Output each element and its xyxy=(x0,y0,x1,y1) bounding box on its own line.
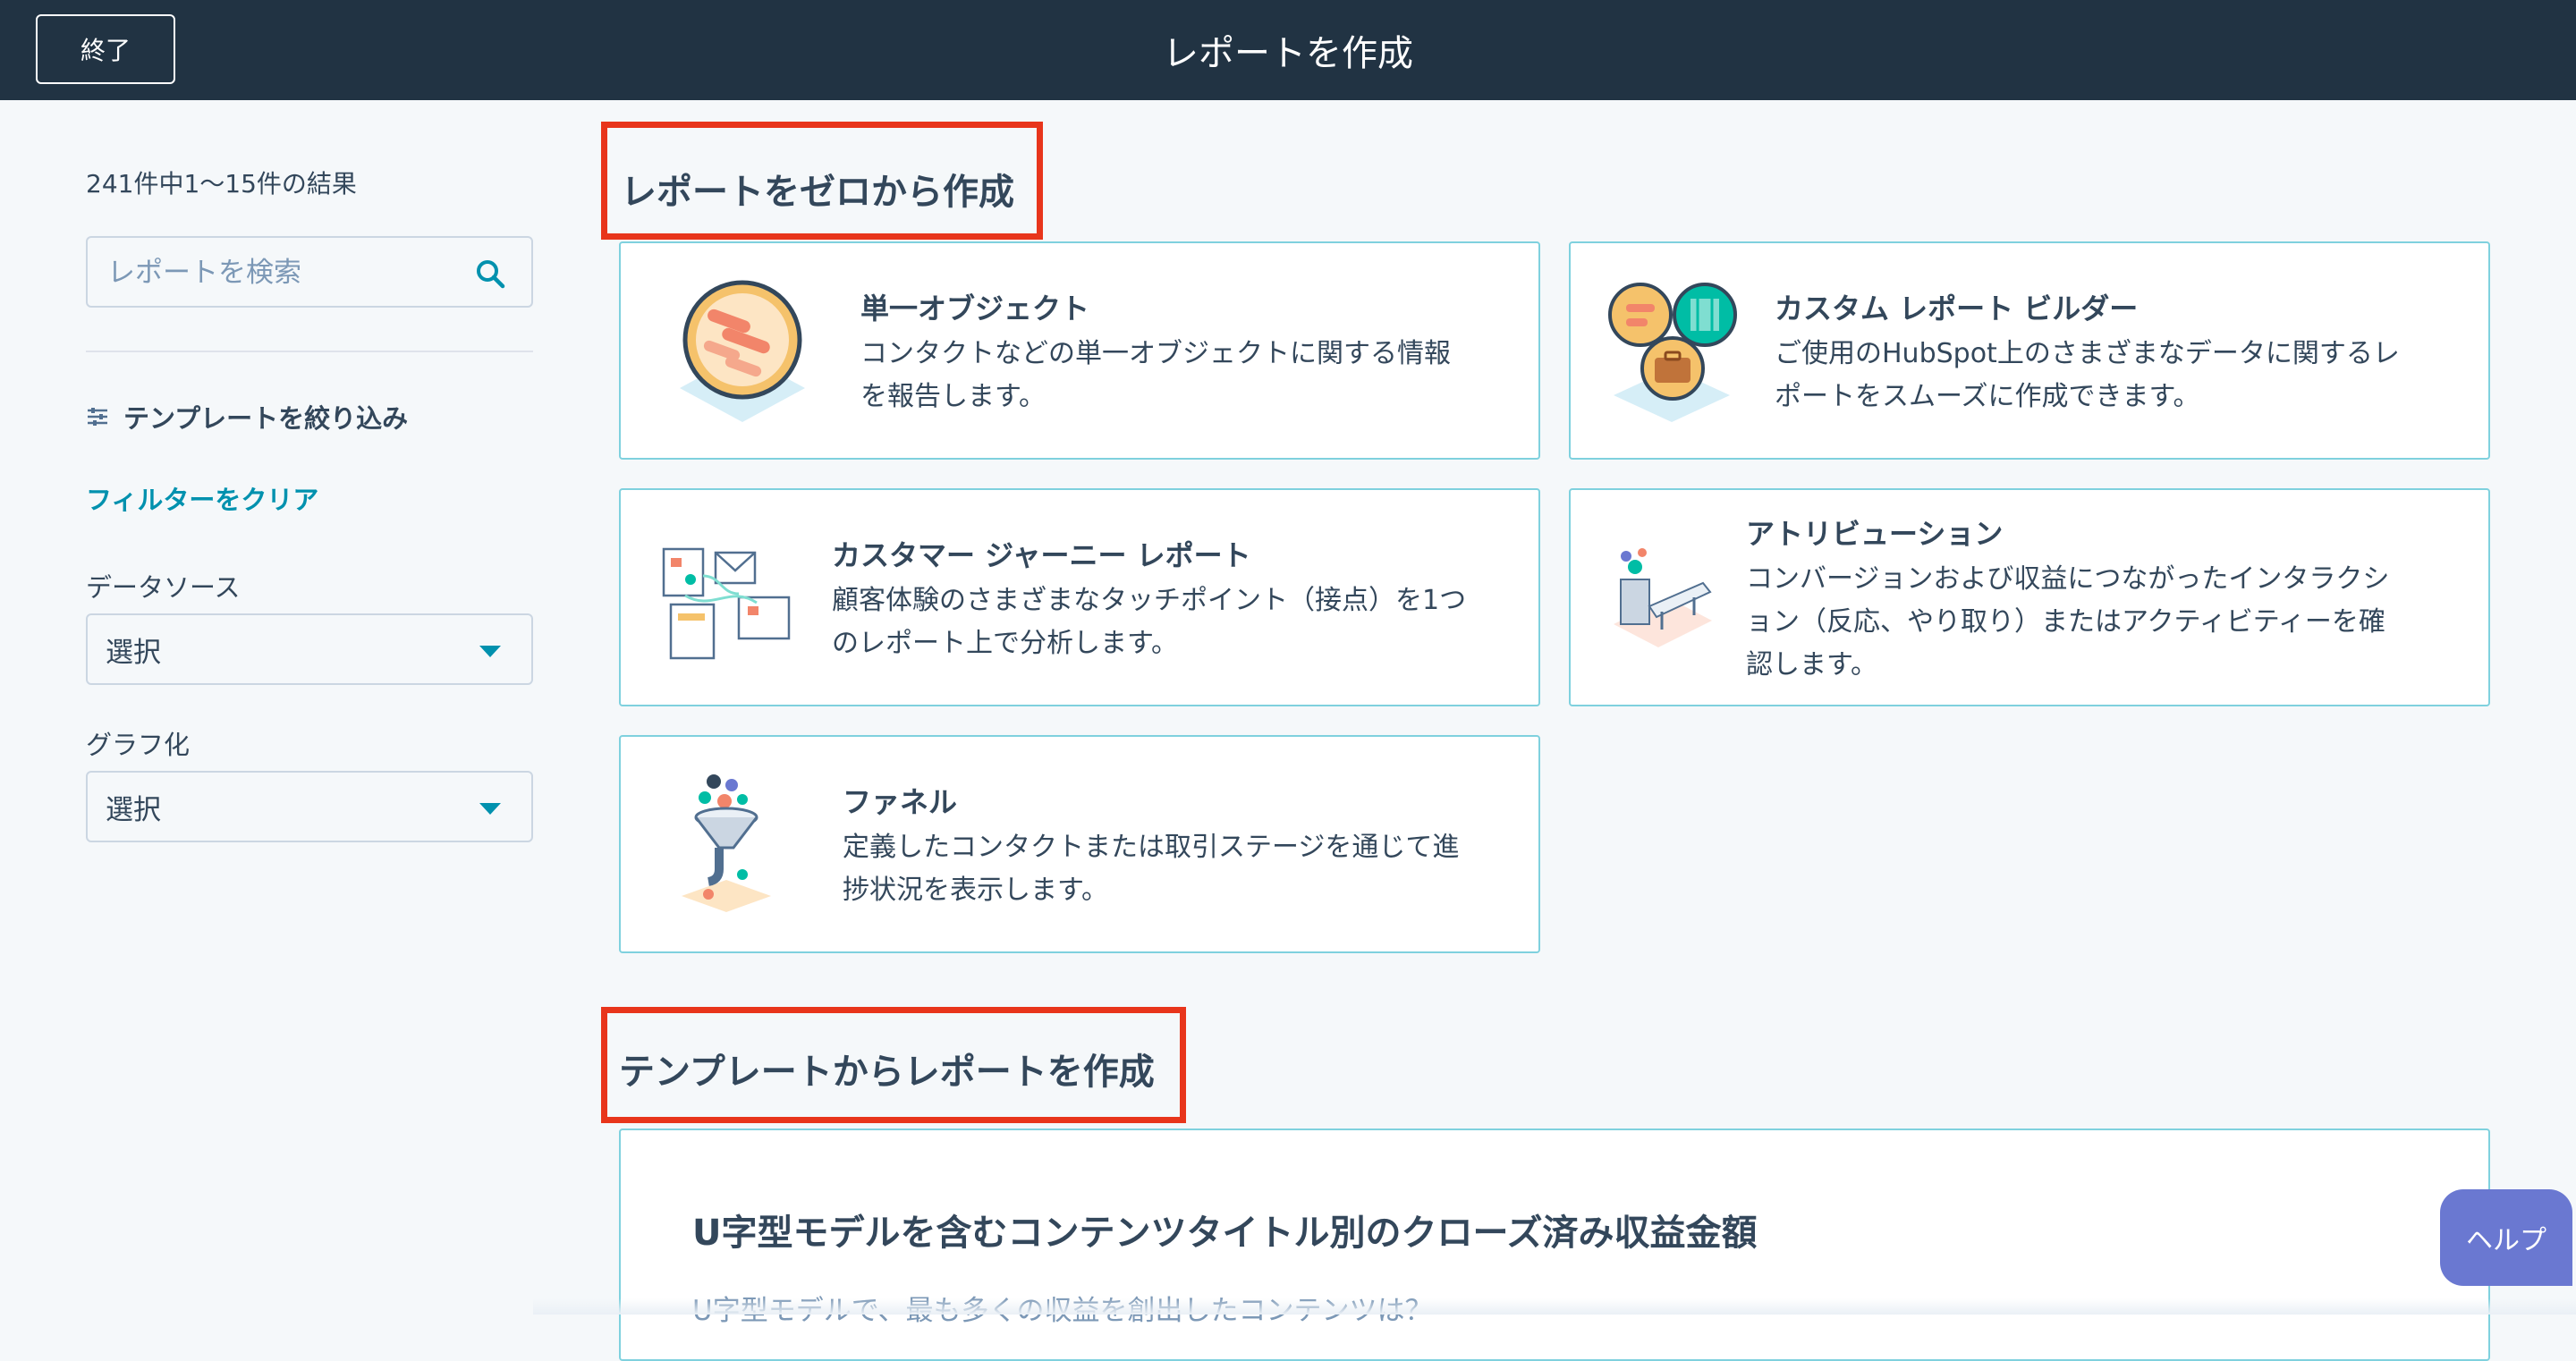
template-title: U字型モデルを含むコンテンツタイトル別のクローズ済み収益金額 xyxy=(692,1213,1758,1254)
attribution-card[interactable]: アトリビューション コンバージョンおよび収益につながったインタラクシ ョン（反応… xyxy=(1569,488,2490,706)
card-description-line: ご使用のHubSpot上のさまざまなデータに関するレ xyxy=(1775,338,2400,369)
attribution-icon xyxy=(1614,548,1712,647)
custom-report-builder-icon xyxy=(1608,283,1737,422)
visualization-select[interactable]: 選択 xyxy=(86,771,533,842)
sidebar-divider xyxy=(86,351,533,352)
customer-journey-card[interactable]: カスタマー ジャーニー レポート 顧客体験のさまざまなタッチポイント（接点）を1… xyxy=(619,488,1540,706)
card-title: ファネル xyxy=(843,785,958,819)
card-description-line: のレポート上で分析します。 xyxy=(832,628,1178,659)
single-object-icon xyxy=(680,280,805,422)
top-bar: 終了 レポートを作成 xyxy=(0,0,2576,100)
visualization-label: グラフ化 xyxy=(86,730,191,760)
customer-journey-icon xyxy=(662,547,791,660)
sliders-icon xyxy=(88,408,107,426)
card-description: 定義したコンタクトまたは取引ステージを通じて進 捗状況を表示します。 xyxy=(843,826,1459,912)
template-section-title: テンプレートからレポートを作成 xyxy=(619,1052,1155,1093)
data-source-label: データソース xyxy=(86,572,241,603)
card-description: ご使用のHubSpot上のさまざまなデータに関するレ ポートをスムーズに作成でき… xyxy=(1775,333,2400,418)
scratch-section-title: レポートをゼロから作成 xyxy=(621,172,1014,213)
visualization-value: 選択 xyxy=(106,793,161,826)
funnel-icon xyxy=(682,774,771,912)
card-description-line: を報告します。 xyxy=(860,381,1046,412)
chevron-down-icon xyxy=(479,803,501,815)
template-card[interactable]: U字型モデルを含むコンテンツタイトル別のクローズ済み収益金額 U字型モデルで、最… xyxy=(619,1129,2490,1361)
card-title: 単一オブジェクト xyxy=(860,292,1090,325)
clear-filters-link[interactable]: フィルターをクリア xyxy=(86,479,318,517)
card-title: アトリビューション xyxy=(1746,517,2004,551)
scroll-fade xyxy=(533,1298,2576,1315)
card-description: 顧客体験のさまざまなタッチポイント（接点）を1つ のレポート上で分析します。 xyxy=(832,579,1466,665)
card-description-line: 捗状況を表示します。 xyxy=(843,875,1108,906)
funnel-card[interactable]: ファネル 定義したコンタクトまたは取引ステージを通じて進 捗状況を表示します。 xyxy=(619,735,1540,953)
filter-heading-label: テンプレートを絞り込み xyxy=(123,403,409,434)
card-description-line: ポートをスムーズに作成できます。 xyxy=(1775,381,2200,412)
card-description: コンタクトなどの単一オブジェクトに関する情報 を報告します。 xyxy=(860,333,1451,418)
card-description-line: ョン（反応、やり取り）またはアクティビティーを確 xyxy=(1746,606,2385,638)
search-box[interactable] xyxy=(86,236,533,308)
card-description-line: 顧客体験のさまざまなタッチポイント（接点）を1つ xyxy=(832,585,1467,616)
card-description-line: 認します。 xyxy=(1746,649,1877,680)
search-icon[interactable] xyxy=(474,258,506,290)
data-source-select[interactable]: 選択 xyxy=(86,613,533,685)
custom-report-builder-card[interactable]: カスタム レポート ビルダー ご使用のHubSpot上のさまざまなデータに関する… xyxy=(1569,241,2490,460)
filter-heading: テンプレートを絞り込み xyxy=(86,399,408,435)
card-description-line: 定義したコンタクトまたは取引ステージを通じて進 xyxy=(843,832,1460,863)
card-description-line: コンタクトなどの単一オブジェクトに関する情報 xyxy=(860,338,1451,369)
card-title: カスタム レポート ビルダー xyxy=(1775,292,2139,325)
card-description-line: コンバージョンおよび収益につながったインタラクシ xyxy=(1746,563,2390,595)
single-object-card[interactable]: 単一オブジェクト コンタクトなどの単一オブジェクトに関する情報 を報告します。 xyxy=(619,241,1540,460)
results-count: 241件中1〜15件の結果 xyxy=(86,169,357,199)
page-title: レポートを作成 xyxy=(1163,33,1413,74)
card-title: カスタマー ジャーニー レポート xyxy=(832,538,1251,572)
data-source-value: 選択 xyxy=(106,636,161,669)
chevron-down-icon xyxy=(479,646,501,657)
card-description: コンバージョンおよび収益につながったインタラクシ ョン（反応、やり取り）またはア… xyxy=(1746,558,2389,687)
search-input[interactable] xyxy=(106,238,467,308)
help-button[interactable]: ヘルプ xyxy=(2440,1189,2572,1286)
